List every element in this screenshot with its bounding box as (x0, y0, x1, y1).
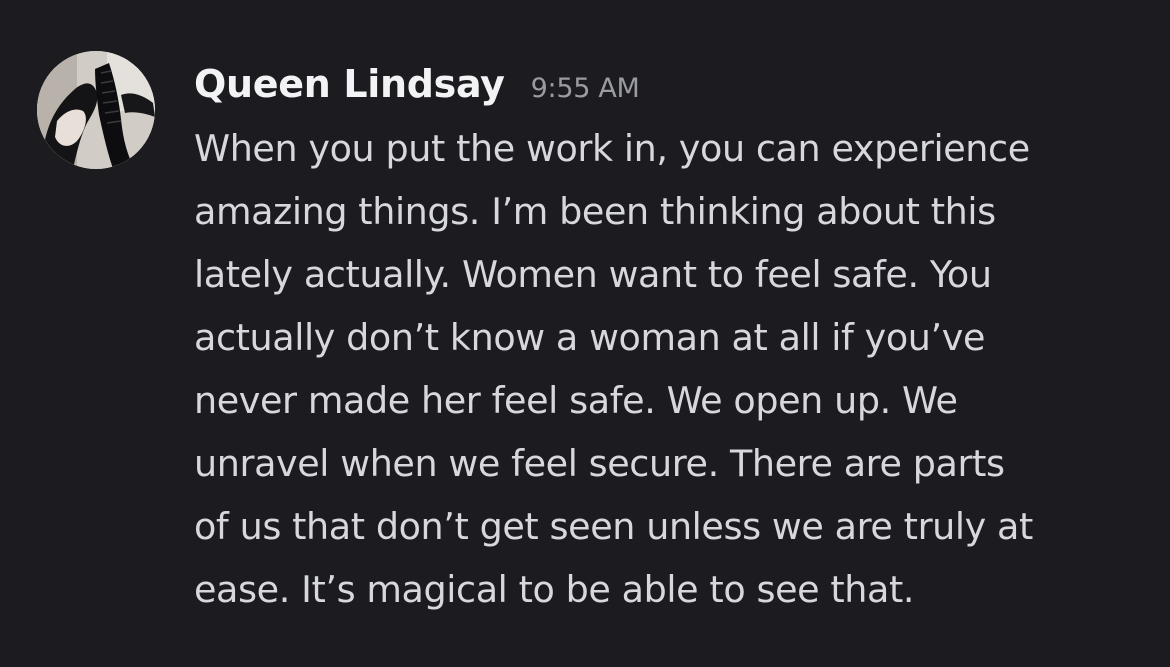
message-timestamp: 9:55 AM (530, 73, 640, 104)
author-name[interactable]: Queen Lindsay (194, 62, 505, 106)
message-line: When you put the work in, you can experi… (194, 127, 1030, 170)
message-content: When you put the work in, you can experi… (194, 117, 1154, 621)
avatar-photo (37, 51, 155, 169)
message-line: ease. It’s magical to be able to see tha… (194, 568, 915, 611)
message-line: lately actually. Women want to feel safe… (194, 253, 992, 296)
message-line: never made her feel safe. We open up. We (194, 379, 958, 422)
message-line: unravel when we feel secure. There are p… (194, 442, 1005, 485)
chat-message: Queen Lindsay 9:55 AM When you put the w… (0, 0, 1170, 667)
user-avatar[interactable] (37, 51, 155, 169)
message-line: amazing things. I’m been thinking about … (194, 190, 996, 233)
message-line: of us that don’t get seen unless we are … (194, 505, 1033, 548)
message-line: actually don’t know a woman at all if yo… (194, 316, 985, 359)
message-header: Queen Lindsay 9:55 AM (194, 62, 640, 112)
